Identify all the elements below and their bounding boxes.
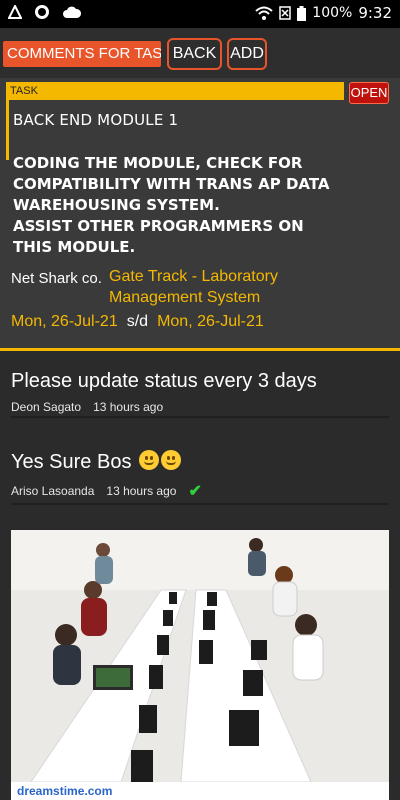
- date-range: Mon, 26-Jul-21 s/d Mon, 26-Jul-21: [11, 313, 264, 331]
- status-bar: 100% 9:32: [0, 0, 400, 28]
- comment-text: Yes Sure Bos: [11, 451, 132, 473]
- battery-level: 100%: [312, 5, 353, 21]
- notification-icons: [8, 4, 82, 20]
- task-description-line: WAREHOUSING SYSTEM.: [13, 196, 220, 214]
- task-description: CODING THE MODULE, CHECK FOR COMPATIBILI…: [13, 153, 393, 258]
- project-name: Gate Track - Laboratory Management Syste…: [109, 266, 399, 308]
- comment-time: 13 hours ago: [93, 400, 164, 414]
- warning-icon: [8, 5, 22, 19]
- comment-meta: Deon Sagato 13 hours ago: [11, 400, 389, 414]
- battery-icon: [297, 5, 307, 21]
- comment-item[interactable]: Yes Sure Bos Ariso Lasoanda 13 hours ago…: [11, 450, 389, 505]
- comment-author: Deon Sagato: [11, 400, 82, 414]
- record-icon: [35, 5, 49, 19]
- cloud-icon: [63, 6, 82, 18]
- project-name-line: Management System: [109, 289, 261, 306]
- comment-time: 13 hours ago: [106, 484, 177, 498]
- task-card-divider: [0, 348, 400, 351]
- comment-author: Ariso Lasoanda: [11, 484, 95, 498]
- task-title: BACK END MODULE 1: [13, 111, 179, 129]
- add-comment-button[interactable]: ADD: [227, 38, 267, 70]
- end-date: Mon, 26-Jul-21: [157, 313, 264, 330]
- project-name-line: Gate Track - Laboratory: [109, 268, 278, 285]
- back-button[interactable]: BACK: [167, 38, 222, 70]
- comment-photo[interactable]: dreamstime.com: [11, 530, 389, 800]
- start-date: Mon, 26-Jul-21: [11, 313, 118, 330]
- task-card: TASK OPEN BACK END MODULE 1 CODING THE M…: [0, 78, 400, 350]
- comment-item[interactable]: Please update status every 3 days Deon S…: [11, 370, 389, 418]
- toolbar: COMMENTS FOR TASK | BACK ADD: [0, 28, 400, 78]
- photo-credit-bar: dreamstime.com: [11, 782, 389, 800]
- comment-divider: [11, 416, 389, 418]
- status-badge[interactable]: OPEN: [349, 82, 389, 104]
- company-name: Net Shark co.: [11, 270, 102, 287]
- comment-text: Please update status every 3 days: [11, 370, 317, 392]
- task-label: TASK: [6, 82, 344, 100]
- comment-text-row: Yes Sure Bos: [11, 450, 389, 474]
- task-description-line: CODING THE MODULE, CHECK FOR: [13, 154, 303, 172]
- comment-divider: [11, 503, 389, 505]
- smile-emoji-icon: [161, 450, 182, 470]
- system-icons: 100% 9:32: [255, 4, 392, 22]
- smile-emoji-icon: [139, 450, 160, 470]
- photo-watermark: dreamstime.com: [17, 784, 113, 798]
- office-photo-illustration: [11, 530, 389, 783]
- task-description-line: COMPATIBILITY WITH TRANS AP DATA: [13, 175, 330, 193]
- check-icon: ✔: [188, 483, 202, 500]
- signal-off-icon: [279, 6, 292, 20]
- task-description-line: THIS MODULE.: [13, 238, 136, 256]
- comment-meta: Ariso Lasoanda 13 hours ago ✔: [11, 481, 389, 501]
- wifi-icon: [255, 6, 273, 20]
- clock: 9:32: [358, 4, 392, 22]
- task-accent-stripe: [6, 100, 9, 160]
- date-separator: s/d: [126, 313, 149, 330]
- page-title-button[interactable]: COMMENTS FOR TASK |: [3, 41, 161, 67]
- task-description-line: ASSIST OTHER PROGRAMMERS ON: [13, 217, 304, 235]
